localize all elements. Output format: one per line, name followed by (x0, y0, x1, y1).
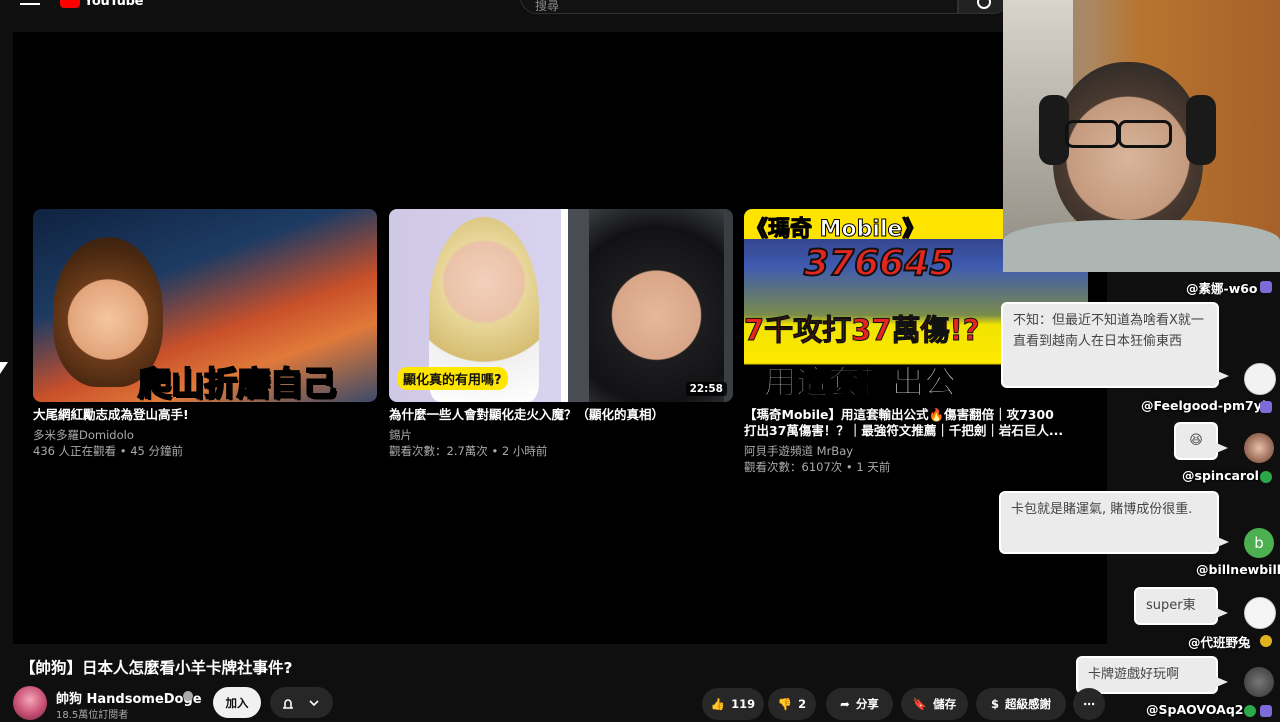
chat-message-text: super東 (1146, 598, 1196, 613)
search-input[interactable]: 搜尋 (520, 0, 958, 14)
search-placeholder: 搜尋 (535, 0, 560, 13)
chat-bubble: 😆 (1174, 422, 1228, 460)
mouse-cursor (0, 362, 8, 374)
webcam-overlay (1003, 0, 1280, 272)
video-title-3-line1[interactable]: 【瑪奇Mobile】用這套輸出公式🔥傷害翻倍｜攻7300 (744, 407, 1088, 423)
chat-username: @素娜-w6o (1186, 281, 1258, 296)
video-player[interactable]: 爬山折磨自己 大尾網紅勵志成為登山高手! 多米多羅Domidolo 436 人正… (13, 32, 1107, 644)
streamer-shirt (1003, 220, 1280, 272)
verified-icon (183, 691, 193, 701)
chat-bubble: 不知：但最近不知道為啥看X就一直看到越南人在日本狂偷東西 (1001, 302, 1229, 388)
logo-text: YouTube (84, 0, 144, 9)
more-actions-button[interactable]: ⋯ (1073, 688, 1105, 720)
bell-icon (283, 699, 319, 709)
member-badge-icon (1260, 401, 1272, 413)
video-meta-2: 觀看次數：2.7萬次 • 2 小時前 (389, 444, 548, 458)
video-channel-2[interactable]: 錫片 (389, 427, 412, 443)
thumbs-down-icon: 👎 (777, 697, 793, 711)
video-channel-1[interactable]: 多米多羅Domidolo (33, 427, 134, 443)
thumbnail-bottom-text: 用這套輸出公 (763, 363, 957, 402)
notification-button[interactable] (270, 687, 333, 718)
video-title: 【帥狗】日本人怎麼看小羊卡牌社事件? (20, 659, 293, 677)
save-label: 儲存 (933, 697, 957, 711)
chat-avatar (1244, 433, 1274, 463)
youtube-logo[interactable]: YouTube (60, 0, 144, 9)
chat-bubble: 卡牌遊戲好玩啊 (1076, 656, 1228, 694)
thumbnail-mid-text: 7千攻打37萬傷!? (744, 313, 980, 348)
bookmark-icon: 🔖 (912, 697, 928, 711)
video-meta-1: 436 人正在觀看 • 45 分鐘前 (33, 444, 183, 458)
chat-message-text: 😆 (1189, 433, 1203, 448)
video-thumbnail-2[interactable]: 顯化真的有用嗎? 22:58 (389, 209, 733, 402)
video-title-2[interactable]: 為什麼一些人會對顯化走火入魔？（顯化的真相） (389, 407, 733, 423)
dislike-count: 2 (798, 697, 807, 711)
menu-icon[interactable] (20, 0, 40, 8)
thumbnail-number-text: 376645 (803, 242, 955, 285)
video-title-1[interactable]: 大尾網紅勵志成為登山高手! (33, 407, 377, 423)
more-icon: ⋯ (1083, 697, 1095, 711)
chat-username: @Feelgood-pm7yi (1141, 398, 1267, 413)
super-thanks-label: 超級感謝 (1005, 697, 1051, 711)
join-button[interactable]: 加入 (213, 687, 261, 718)
chat-avatar: b (1244, 528, 1274, 558)
video-thumbnail-1[interactable]: 爬山折磨自己 (33, 209, 377, 402)
like-button[interactable]: 👍 119 (702, 688, 764, 720)
headphones-right (1186, 95, 1216, 165)
like-count: 119 (731, 697, 756, 711)
super-thanks-icon: $ (990, 697, 999, 711)
chat-bubble: 卡包就是賭運氣, 賭博成份很重. (999, 491, 1229, 554)
member-badge-icon (1260, 705, 1272, 717)
save-button[interactable]: 🔖 儲存 (901, 688, 968, 720)
verified-badge-icon (1244, 705, 1256, 717)
chat-username: @billnewbill (1196, 562, 1280, 577)
channel-avatar[interactable] (13, 686, 47, 720)
chat-message-text: 卡包就是賭運氣, 賭博成份很重. (1011, 502, 1193, 517)
chat-username: @spincarol (1182, 468, 1259, 483)
verified-badge-icon (1260, 471, 1272, 483)
chat-message-text: 卡牌遊戲好玩啊 (1088, 667, 1180, 682)
thumbnail-top-text: 《瑪奇 Mobile》 (745, 217, 925, 243)
dislike-button[interactable]: 👎 2 (768, 688, 816, 720)
thumbnail-overlay-text: 爬山折磨自己 (137, 363, 337, 402)
streamer-face (1053, 62, 1203, 237)
chat-username: @代班野兔 (1188, 635, 1251, 650)
chat-avatar (1244, 667, 1274, 697)
video-duration-badge: 22:58 (685, 382, 727, 396)
channel-name[interactable]: 帥狗 HandsomeDoge (56, 688, 202, 707)
share-button[interactable]: ➦ 分享 (826, 688, 893, 720)
thumbnail-overlay-text: 顯化真的有用嗎? (397, 367, 508, 390)
chat-message-text: 不知：但最近不知道為啥看X就一直看到越南人在日本狂偷東西 (1013, 313, 1204, 349)
youtube-play-icon (60, 0, 80, 8)
gold-badge-icon (1260, 635, 1272, 647)
chat-avatar (1244, 597, 1276, 629)
share-icon: ➦ (840, 697, 850, 711)
subscriber-count: 18.5萬位訂閱者 (56, 710, 129, 721)
share-label: 分享 (855, 697, 879, 711)
chat-avatar (1244, 363, 1276, 395)
chat-username: @SpAOVOAq2 (1146, 702, 1244, 717)
video-channel-3[interactable]: 阿貝手遊頻道 MrBay (744, 443, 853, 459)
search-icon (977, 0, 991, 9)
super-thanks-button[interactable]: $ 超級感謝 (976, 688, 1066, 720)
chat-bubble: super東 (1134, 587, 1228, 625)
member-badge-icon (1260, 281, 1272, 293)
video-meta-3: 觀看次數：6107次 • 1 天前 (744, 460, 891, 474)
thumbs-up-icon: 👍 (710, 697, 726, 711)
video-title-3-line2[interactable]: 打出37萬傷害！？｜最強符文推薦｜千把劍｜岩石巨人... (744, 423, 1088, 439)
man-photo (589, 209, 724, 402)
